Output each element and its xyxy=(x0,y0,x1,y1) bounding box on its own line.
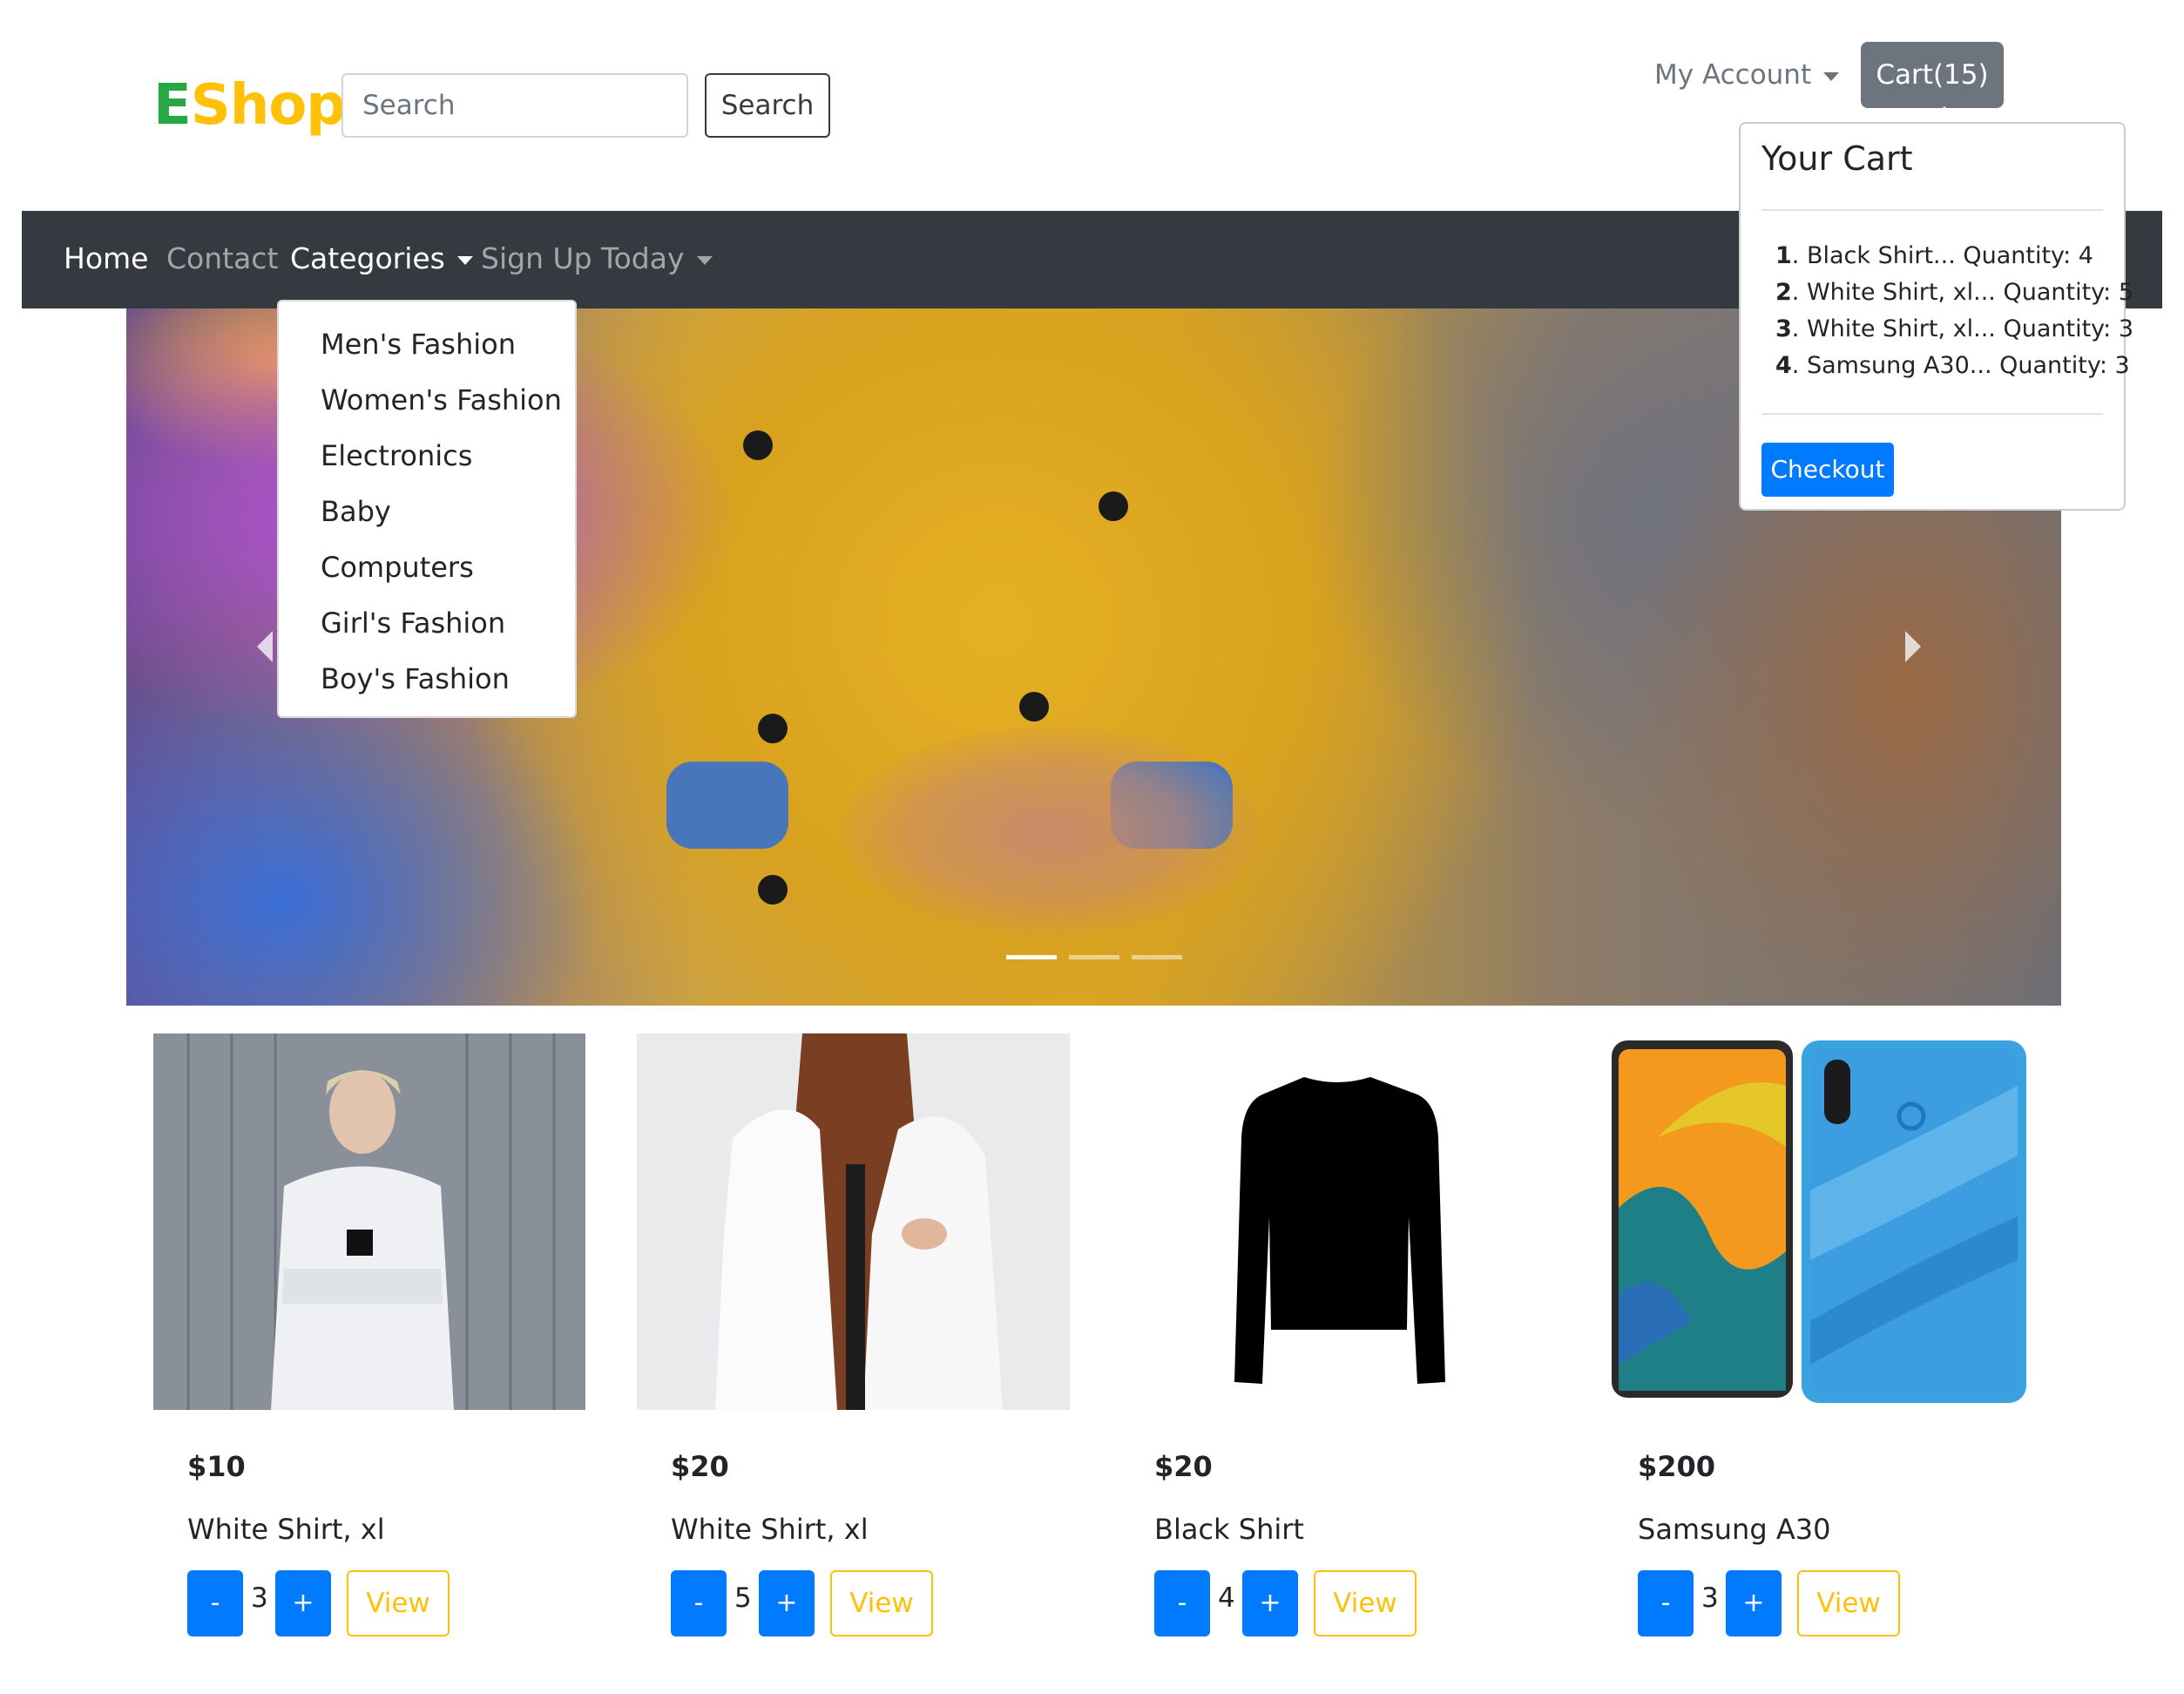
search-button[interactable]: Search xyxy=(705,73,830,138)
carousel-image-detail xyxy=(841,727,1259,936)
carousel-prev-icon[interactable] xyxy=(257,631,273,662)
my-account-label: My Account xyxy=(1654,59,1812,91)
cart-line-item: 1. Black Shirt... Quantity: 4 xyxy=(1775,242,2093,269)
nav-categories-label: Categories xyxy=(290,241,445,275)
product-price: $10 xyxy=(187,1450,246,1483)
product-image[interactable] xyxy=(637,1033,1070,1410)
cart-line-number: 1 xyxy=(1775,242,1792,269)
categories-dropdown-menu: Men's Fashion Women's Fashion Electronic… xyxy=(277,300,577,718)
category-item[interactable]: Baby xyxy=(321,495,391,528)
carousel-image-detail xyxy=(666,762,788,849)
cart-popover: Your Cart 1. Black Shirt... Quantity: 4 … xyxy=(1739,122,2133,511)
product-image[interactable] xyxy=(153,1033,585,1410)
product-name[interactable]: Samsung A30 xyxy=(1638,1513,1830,1546)
view-product-button[interactable]: View xyxy=(1797,1570,1900,1636)
cart-popover-title: Your Cart xyxy=(1761,139,1913,178)
carousel-image-detail xyxy=(1099,491,1128,521)
search-input[interactable] xyxy=(341,73,688,138)
product-name[interactable]: White Shirt, xl xyxy=(671,1513,869,1546)
chevron-down-icon xyxy=(696,255,713,265)
category-item[interactable]: Boy's Fashion xyxy=(321,662,510,695)
quantity-value: 3 xyxy=(1701,1582,1719,1614)
logo[interactable]: EShop xyxy=(153,73,346,138)
carousel-image-detail xyxy=(758,714,788,743)
cart-line-text: . Samsung A30... Quantity: 3 xyxy=(1791,352,2130,379)
increase-quantity-button[interactable]: + xyxy=(1726,1570,1782,1636)
view-product-button[interactable]: View xyxy=(1314,1570,1417,1636)
increase-quantity-button[interactable]: + xyxy=(1242,1570,1298,1636)
product-price: $200 xyxy=(1638,1450,1716,1483)
product-name[interactable]: White Shirt, xl xyxy=(187,1513,385,1546)
logo-letter-e: E xyxy=(153,73,192,138)
cart-button[interactable]: Cart(15) xyxy=(1861,42,2004,108)
quantity-value: 4 xyxy=(1218,1582,1235,1614)
cart-line-number: 2 xyxy=(1775,279,1792,306)
product-image[interactable] xyxy=(1605,1033,2037,1410)
carousel-indicator-3[interactable] xyxy=(1132,955,1182,959)
product-price: $20 xyxy=(671,1450,729,1483)
my-account-dropdown[interactable]: My Account xyxy=(1654,59,1840,91)
nav-sign-up-label: Sign Up Today xyxy=(481,241,685,275)
cart-line-item: 3. White Shirt, xl... Quantity: 3 xyxy=(1775,315,2133,342)
increase-quantity-button[interactable]: + xyxy=(759,1570,815,1636)
popover-arrow xyxy=(1929,106,1960,122)
product-image[interactable] xyxy=(1121,1033,1553,1410)
checkout-button[interactable]: Checkout xyxy=(1761,443,1894,497)
cart-line-text: . White Shirt, xl... Quantity: 3 xyxy=(1791,315,2134,342)
carousel-image-detail xyxy=(1019,692,1049,722)
cart-line-item: 4. Samsung A30... Quantity: 3 xyxy=(1775,352,2130,379)
divider xyxy=(1761,209,2103,211)
cart-line-text: . White Shirt, xl... Quantity: 5 xyxy=(1791,279,2134,306)
decrease-quantity-button[interactable]: - xyxy=(671,1570,727,1636)
logo-text: Shop xyxy=(190,73,346,138)
quantity-value: 5 xyxy=(734,1582,752,1614)
category-item[interactable]: Electronics xyxy=(321,439,472,472)
nav-categories[interactable]: Categories xyxy=(290,241,473,275)
category-item[interactable]: Girl's Fashion xyxy=(321,606,505,640)
carousel-image-detail xyxy=(743,430,773,460)
category-item[interactable]: Computers xyxy=(321,551,474,584)
category-item[interactable]: Men's Fashion xyxy=(321,328,516,361)
decrease-quantity-button[interactable]: - xyxy=(1154,1570,1210,1636)
view-product-button[interactable]: View xyxy=(347,1570,450,1636)
carousel-indicator-1[interactable] xyxy=(1006,955,1057,959)
nav-contact[interactable]: Contact xyxy=(166,241,278,275)
carousel-image-detail xyxy=(758,875,788,905)
nav-sign-up[interactable]: Sign Up Today xyxy=(481,241,713,275)
cart-line-text: . Black Shirt... Quantity: 4 xyxy=(1791,242,2093,269)
quantity-value: 3 xyxy=(251,1582,268,1614)
chevron-down-icon xyxy=(456,255,473,265)
nav-home[interactable]: Home xyxy=(64,241,148,275)
decrease-quantity-button[interactable]: - xyxy=(1638,1570,1694,1636)
cart-line-item: 2. White Shirt, xl... Quantity: 5 xyxy=(1775,279,2133,306)
category-item[interactable]: Women's Fashion xyxy=(321,383,562,417)
carousel-next-icon[interactable] xyxy=(1905,631,1921,662)
cart-line-number: 3 xyxy=(1775,315,1792,342)
product-price: $20 xyxy=(1154,1450,1213,1483)
divider xyxy=(1761,413,2103,415)
carousel-indicator-2[interactable] xyxy=(1069,955,1119,959)
increase-quantity-button[interactable]: + xyxy=(275,1570,331,1636)
cart-line-number: 4 xyxy=(1775,352,1792,379)
chevron-down-icon xyxy=(1823,71,1840,81)
view-product-button[interactable]: View xyxy=(830,1570,933,1636)
product-name[interactable]: Black Shirt xyxy=(1154,1513,1304,1546)
decrease-quantity-button[interactable]: - xyxy=(187,1570,243,1636)
